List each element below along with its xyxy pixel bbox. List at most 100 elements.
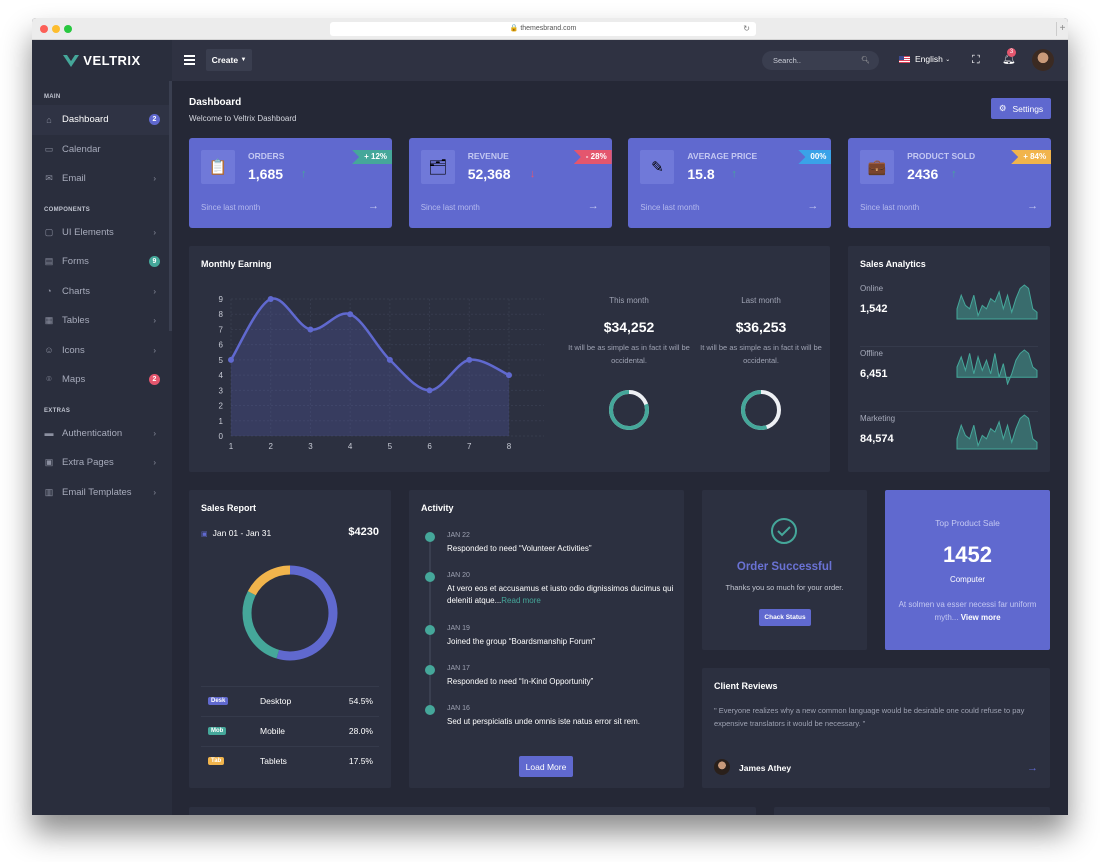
view-more-link[interactable]: View more	[961, 613, 1001, 622]
revenue-icon: 🗂	[420, 150, 455, 184]
sidebar-item-authentication[interactable]: ▬ Authentication ›	[32, 419, 172, 449]
reviews-title: Client Reviews	[714, 681, 778, 691]
mail-icon: ✉	[45, 173, 53, 184]
stat-card-revenue: 🗂 REVENUE 52,368 ↓ - 28% Since last mont…	[408, 138, 612, 228]
analytics-row-offline: Offline 6,451	[860, 349, 1038, 412]
analytics-row-marketing: Marketing 84,574	[860, 414, 1038, 477]
fullscreen-icon[interactable]: ⛶	[972, 54, 980, 67]
sidebar: VELTRIX MAIN ⌂ Dashboard 2 ▭ Calendar ✉ Email › C…	[32, 40, 172, 815]
notification-button[interactable]: 🔔︎ 3	[1002, 48, 1016, 65]
analytics-row-online: Online 1,542	[860, 284, 1038, 347]
activity-text-body: Sed ut perspiciatis unde omnis iste natu…	[447, 717, 640, 726]
arrow-right-icon[interactable]: →	[807, 200, 818, 212]
activity-date: JAN 22	[447, 532, 470, 539]
sidebar-item-label: Icons	[62, 344, 85, 356]
browser-window: 🔒 themesbrand.com ↻ + VELTRIX MAIN ⌂ Dashbo…	[32, 18, 1068, 815]
since-label: Since last month	[860, 203, 920, 212]
y-tick-label: 3	[219, 386, 224, 395]
change-ribbon: 00%	[798, 150, 832, 164]
address-bar[interactable]: 🔒 themesbrand.com ↻	[330, 22, 756, 36]
sidebar-item-dashboard[interactable]: ⌂ Dashboard 2	[32, 105, 172, 135]
topbar: Create ▼ Search.. 🔍︎ English ⌄ ⛶ 🔔︎ 3	[172, 40, 1068, 81]
date-range-text: Jan 01 - Jan 31	[212, 528, 272, 538]
sidebar-item-calendar[interactable]: ▭ Calendar	[32, 135, 172, 165]
sales-donut-chart	[242, 565, 338, 661]
briefcase-icon: ▣	[44, 457, 54, 468]
maximize-window-button[interactable]	[64, 25, 72, 33]
order-successful-panel: Order Successful Thanks you so much for …	[702, 490, 867, 650]
device-tag: Desk	[208, 697, 229, 705]
sidebar-item-extra-pages[interactable]: ▣ Extra Pages ›	[32, 448, 172, 478]
review-quote: " Everyone realizes why a new common lan…	[714, 706, 1025, 728]
change-ribbon: + 12%	[352, 150, 392, 164]
new-tab-button[interactable]: +	[1056, 22, 1068, 36]
arrow-right-icon[interactable]: →	[368, 200, 379, 212]
chevron-right-icon: ›	[153, 428, 156, 438]
activity-text-body: Joined the group “Boardsmanship Forum”	[447, 637, 596, 646]
sales-report-row: Mob Mobile 28.0%	[201, 716, 379, 746]
sidebar-item-icons[interactable]: ☺ Icons ›	[32, 336, 172, 366]
minimize-window-button[interactable]	[52, 25, 60, 33]
y-tick-label: 9	[219, 295, 224, 304]
check-status-button[interactable]: Chack Status	[759, 609, 811, 626]
load-more-button[interactable]: Load More	[519, 756, 573, 777]
arrow-right-icon[interactable]: →	[1027, 762, 1038, 774]
user-avatar[interactable]	[1032, 49, 1054, 71]
sales-report-panel: Sales Report ▣ Jan 01 - Jan 31 $4230 Desk…	[189, 490, 391, 788]
orders-icon: 📋	[201, 150, 235, 184]
timeline-dot	[425, 532, 435, 542]
language-dropdown[interactable]: English ⌄	[899, 54, 950, 64]
sidebar-item-label: Forms	[62, 256, 89, 268]
reload-icon[interactable]: ↻	[743, 22, 750, 36]
chevron-down-icon: ⌄	[945, 56, 951, 63]
earning-point	[228, 356, 234, 363]
sidebar-item-forms[interactable]: ▤ Forms 9	[32, 247, 172, 277]
sales-report-title: Sales Report	[201, 503, 257, 513]
brand-logo[interactable]: VELTRIX	[32, 40, 172, 81]
stat-label: ORDERS	[248, 151, 285, 161]
close-window-button[interactable]	[40, 25, 48, 33]
search-icon[interactable]: 🔍︎	[861, 51, 870, 70]
create-label: Create	[211, 55, 239, 65]
sidebar-menu: MAIN ⌂ Dashboard 2 ▭ Calendar ✉ Email › COMPONENT…	[32, 81, 172, 507]
sidebar-item-tables[interactable]: ▦ Tables ›	[32, 306, 172, 336]
analytics-label: Offline	[860, 349, 883, 358]
sidebar-section-title: COMPONENTS	[44, 206, 91, 213]
last-month-label: Last month	[741, 296, 781, 305]
create-dropdown-button[interactable]: Create ▼	[206, 49, 252, 71]
x-tick-label: 2	[268, 442, 273, 451]
arrow-right-icon[interactable]: →	[1027, 200, 1038, 212]
sidebar-item-email[interactable]: ✉ Email ›	[32, 164, 172, 194]
caret-down-icon: ▼	[240, 57, 247, 63]
since-label: Since last month	[420, 203, 480, 212]
box-icon: ▢	[44, 226, 54, 237]
device-percent: 54.5%	[348, 696, 373, 706]
search-input[interactable]: Search.. 🔍︎	[762, 51, 879, 70]
notification-badge: 3	[1007, 48, 1016, 57]
smile-icon: ☺	[44, 345, 54, 356]
arrow-right-icon[interactable]: →	[588, 200, 599, 212]
trend-down-icon: ↓	[529, 168, 536, 180]
sidebar-item-label: Charts	[62, 285, 90, 297]
monthly-earning-title: Monthly Earning	[201, 259, 272, 269]
sidebar-item-email-templates[interactable]: ▥ Email Templates ›	[32, 478, 172, 508]
change-ribbon: + 84%	[1011, 150, 1052, 164]
chevron-right-icon: ›	[153, 458, 156, 468]
sidebar-item-maps[interactable]: ⌾ Maps 2	[32, 365, 172, 395]
device-name: Mobile	[260, 726, 286, 736]
activity-text: Joined the group “Boardsmanship Forum”	[447, 636, 674, 648]
sidebar-item-charts[interactable]: ◔ Charts ›	[32, 277, 172, 307]
map-pin-icon: ⌾	[46, 374, 52, 385]
calendar-icon: ▭	[44, 143, 54, 154]
last-month-block: Last month $36,253 It will be as simple …	[696, 296, 826, 438]
activity-text: Sed ut perspiciatis unde omnis iste natu…	[447, 716, 674, 728]
settings-button[interactable]: ⚙ Settings	[991, 98, 1051, 119]
sidebar-item-ui-elements[interactable]: ▢ UI Elements ›	[32, 218, 172, 248]
chevron-right-icon: ›	[153, 286, 156, 296]
sidebar-item-label: Maps	[62, 374, 86, 386]
y-tick-label: 6	[219, 341, 224, 350]
read-more-link[interactable]: Read more	[501, 596, 541, 605]
timeline-dot	[425, 625, 435, 635]
top-product-desc: At solmen va esser necessi far uniform m…	[895, 598, 1040, 624]
menu-toggle-icon[interactable]	[184, 55, 195, 67]
